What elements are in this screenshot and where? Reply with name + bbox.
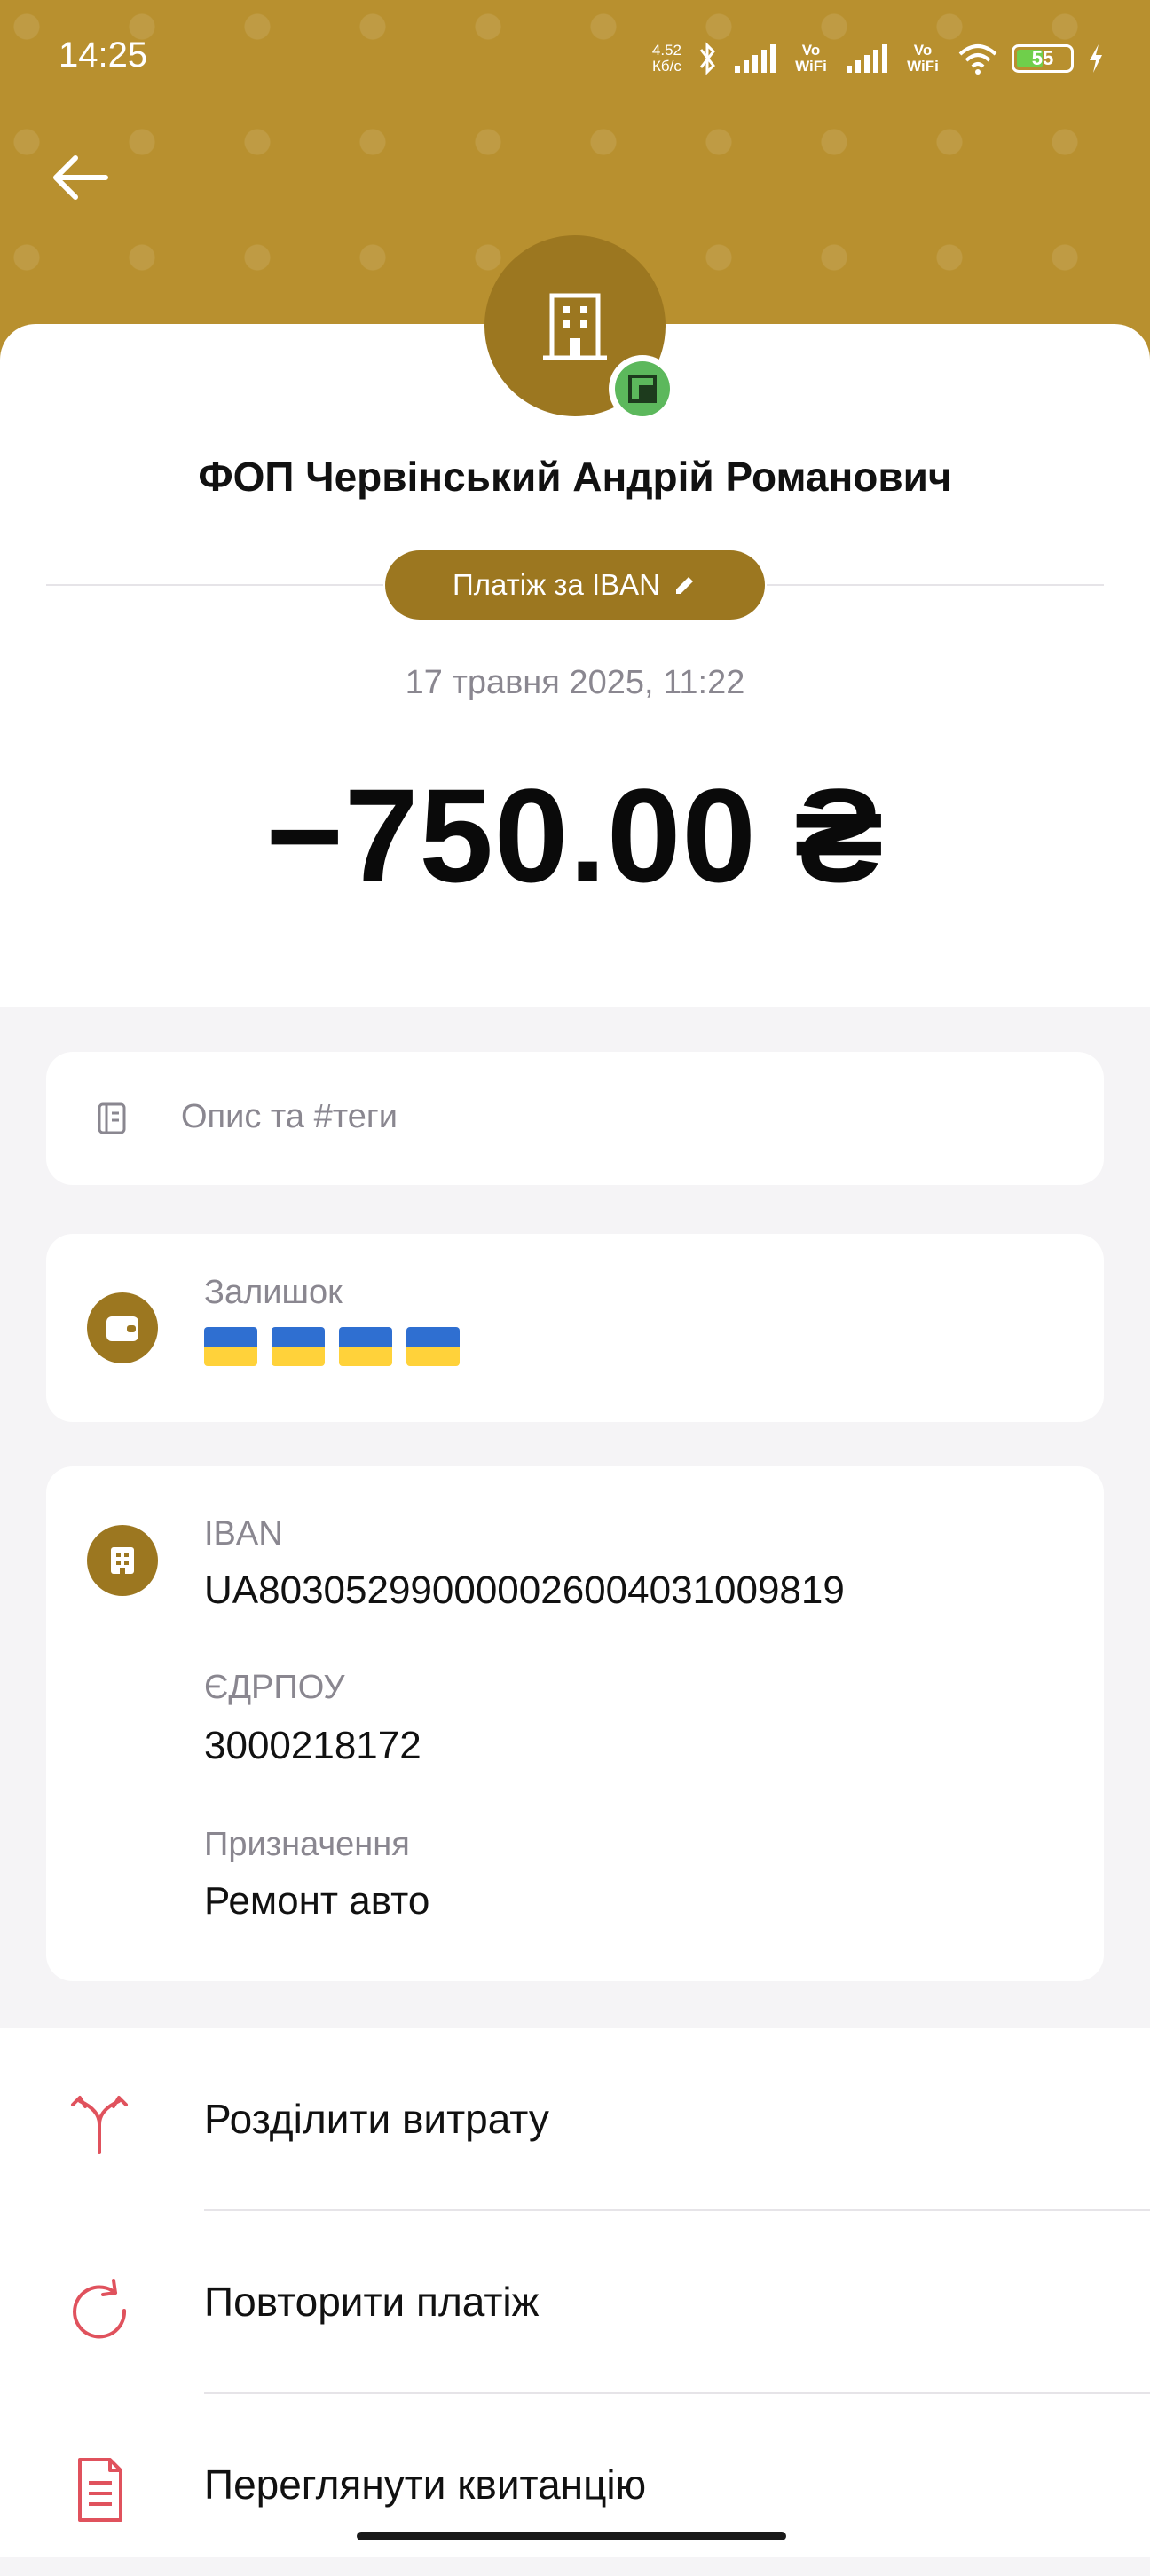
purpose-value: Ремонт авто: [204, 1879, 430, 1923]
building-icon: [543, 293, 607, 360]
purpose-label: Призначення: [204, 1826, 410, 1863]
repeat-payment-label: Повторити платіж: [204, 2279, 540, 2325]
view-receipt-button[interactable]: Переглянути квитанцію: [0, 2394, 1150, 2576]
wallet-icon: [87, 1292, 158, 1363]
divider-left: [46, 584, 383, 586]
wifi-icon: [958, 44, 997, 75]
repeat-icon: [73, 2279, 127, 2339]
payment-type-chip[interactable]: Платіж за IBAN: [385, 550, 765, 620]
charging-icon: [1090, 44, 1102, 73]
view-receipt-label: Переглянути квитанцію: [204, 2461, 647, 2508]
balance-label: Залишок: [204, 1274, 343, 1311]
office-icon-glyph: [111, 1547, 134, 1574]
battery-indicator: 55: [1012, 44, 1074, 73]
payment-type-label: Платіж за IBAN: [453, 568, 660, 601]
transaction-amount: −750.00 ₴: [265, 761, 885, 910]
edrpou-label: ЄДРПОУ: [204, 1669, 345, 1706]
ukraine-flag-icon: [272, 1327, 325, 1366]
receipt-icon: [78, 2458, 122, 2522]
status-bar: 14:25 4.52 Кб/с Vo WiFi Vo WiFi 55: [0, 0, 1150, 115]
details-panel: IBAN UA803052990000026004031009819 ЄДРПО…: [46, 1466, 1104, 1981]
edrpou-value[interactable]: 3000218172: [204, 1724, 421, 1768]
split-expense-label: Розділити витрату: [204, 2096, 549, 2142]
merchant-name: ФОП Червінський Андрій Романович: [198, 454, 952, 500]
ukraine-flag-icon: [204, 1327, 257, 1366]
split-expense-button[interactable]: Розділити витрату: [0, 2028, 1150, 2210]
balance-panel: Залишок: [46, 1234, 1104, 1422]
notes-icon: [98, 1102, 126, 1134]
signal-icon-1: [735, 44, 776, 73]
vo-wifi-label-1: Vo WiFi: [795, 42, 827, 75]
split-icon: [71, 2096, 128, 2154]
actions-list: Розділити витрату Повторити платіж Перег…: [0, 2028, 1150, 2557]
description-placeholder: Опис та #теги: [181, 1098, 398, 1135]
ukraine-flag-icon: [406, 1327, 460, 1366]
ukraine-flag-icon: [339, 1327, 392, 1366]
bluetooth-icon: [699, 42, 715, 75]
network-speed-unit: Кб/с: [652, 58, 681, 75]
battery-level: 55: [1031, 47, 1054, 69]
balance-hidden-flags: [204, 1327, 460, 1366]
network-speed: 4.52 Кб/с: [652, 43, 681, 75]
transaction-datetime: 17 травня 2025, 11:22: [405, 664, 745, 701]
wallet-icon-glyph: [106, 1316, 138, 1341]
home-indicator[interactable]: [357, 2532, 786, 2540]
bank-logo-icon: [615, 361, 670, 416]
status-time: 14:25: [59, 36, 148, 75]
office-icon: [87, 1525, 158, 1596]
iban-label: IBAN: [204, 1515, 283, 1553]
bank-badge: [609, 355, 676, 423]
status-icons: 4.52 Кб/с Vo WiFi Vo WiFi 55: [652, 32, 1106, 85]
bank-logo-mark: [628, 375, 657, 403]
iban-value[interactable]: UA803052990000026004031009819: [204, 1569, 845, 1613]
repeat-payment-button[interactable]: Повторити платіж: [0, 2211, 1150, 2393]
pencil-icon: [675, 577, 693, 594]
network-speed-value: 4.52: [651, 42, 681, 59]
vo-wifi-label-2: Vo WiFi: [907, 42, 939, 75]
divider-right: [767, 584, 1104, 586]
signal-icon-2: [847, 44, 887, 73]
back-button[interactable]: [44, 146, 115, 209]
description-field[interactable]: Опис та #теги: [46, 1052, 1104, 1185]
arrow-left-icon: [53, 155, 108, 200]
